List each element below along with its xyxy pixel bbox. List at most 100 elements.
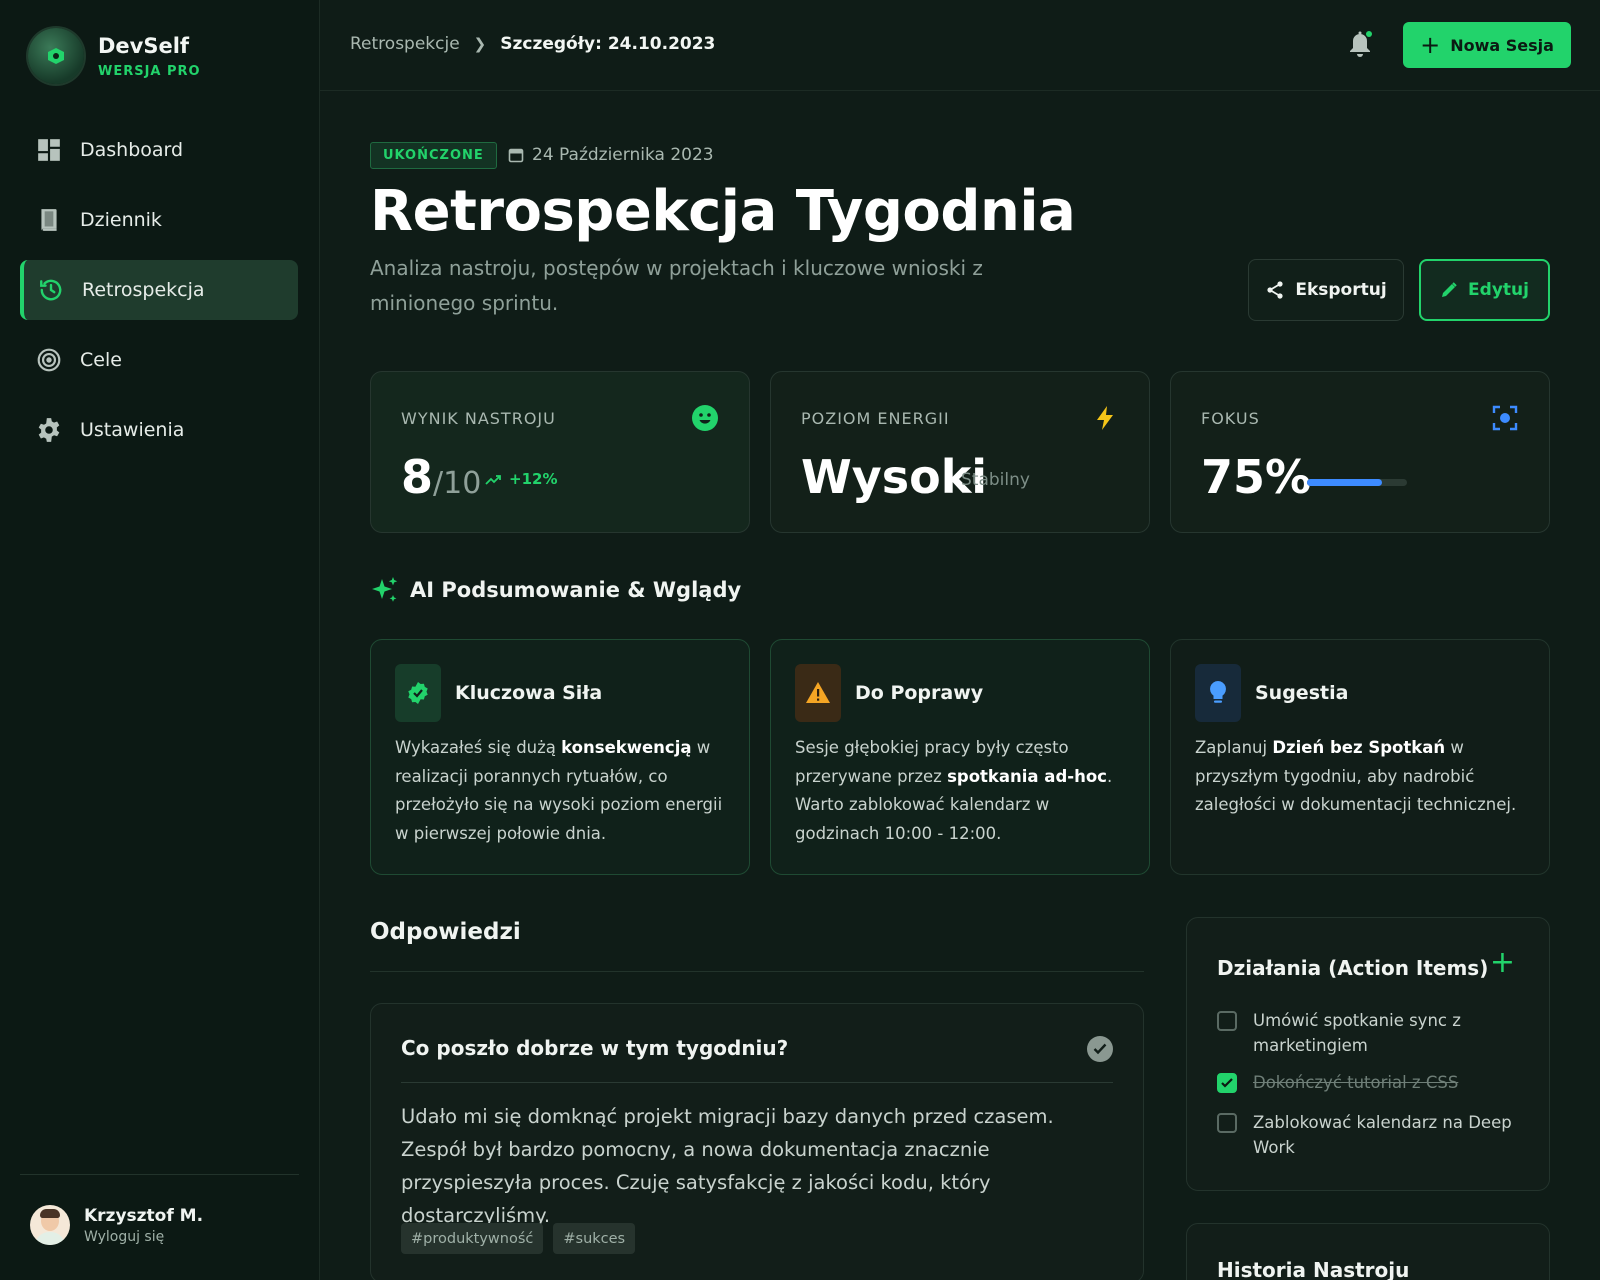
smiley-icon — [692, 405, 718, 431]
sidebar-item-dziennik[interactable]: Dziennik — [20, 190, 298, 250]
action-item[interactable]: Zablokować kalendarz na Deep Work — [1217, 1110, 1527, 1160]
tag[interactable]: #sukces — [553, 1223, 636, 1254]
answer-card: Co poszło dobrze w tym tygodniu? Udało m… — [370, 1003, 1144, 1280]
mood-stat-card: WYNIK NASTROJU 8/10 +12% — [370, 371, 750, 533]
action-items-title: Działania (Action Items) — [1217, 956, 1489, 980]
pencil-icon — [1442, 282, 1457, 297]
warning-icon — [795, 664, 841, 722]
checkbox-checked[interactable] — [1217, 1073, 1237, 1093]
verified-badge-icon — [395, 664, 441, 722]
sidebar-item-label: Dashboard — [80, 139, 184, 161]
session-date-text: 24 Października 2023 — [532, 145, 714, 165]
sidebar-item-retrospekcja[interactable]: Retrospekcja — [20, 260, 298, 320]
tag[interactable]: #produktywność — [401, 1223, 544, 1254]
brand[interactable]: DevSelf WERSJA PRO — [28, 28, 201, 84]
insight-title: Sugestia — [1255, 682, 1349, 704]
target-icon — [37, 348, 61, 372]
page-subtitle: Analiza nastroju, postępów w projektach … — [370, 256, 983, 315]
action-items-card: Działania (Action Items) + Umówić spotka… — [1186, 917, 1550, 1191]
action-item[interactable]: Umówić spotkanie sync z marketingiem — [1217, 1008, 1527, 1058]
energy-note: Stabilny — [961, 470, 1030, 490]
bell-icon[interactable] — [1346, 30, 1374, 60]
new-session-label: Nowa Sesja — [1450, 35, 1554, 55]
check-circle-icon — [1087, 1036, 1113, 1062]
share-icon — [1267, 281, 1283, 299]
insight-card-suggestion: Sugestia Zaplanuj Dzień bez Spotkań w pr… — [1170, 639, 1550, 875]
insight-text: Zaplanuj Dzień bez Spotkań w przyszłym t… — [1195, 738, 1517, 814]
sidebar-item-label: Ustawienia — [80, 419, 185, 441]
sidebar-item-ustawienia[interactable]: Ustawienia — [20, 400, 298, 460]
brand-name: DevSelf — [98, 33, 190, 58]
focus-progress-fill — [1307, 479, 1382, 486]
focus-progress-bar — [1307, 479, 1407, 486]
checkbox[interactable] — [1217, 1011, 1237, 1031]
answer-tags: #produktywność #sukces — [401, 1223, 636, 1254]
page-title: Retrospekcja Tygodnia — [370, 179, 1076, 244]
chevron-right-icon: ❯ — [473, 35, 487, 53]
answer-text: Udało mi się domknąć projekt migracji ba… — [401, 1105, 1054, 1227]
gear-icon — [38, 418, 60, 442]
answer-divider — [401, 1082, 1113, 1083]
checkbox[interactable] — [1217, 1113, 1237, 1133]
sidebar-item-cele[interactable]: Cele — [20, 330, 298, 390]
insight-title: Do Poprawy — [855, 682, 984, 704]
export-button[interactable]: Eksportuj — [1248, 259, 1404, 321]
dashboard-icon — [38, 139, 60, 161]
trending-up-icon — [485, 475, 501, 485]
brand-tier: WERSJA PRO — [98, 63, 201, 79]
sidebar-item-dashboard[interactable]: Dashboard — [20, 120, 298, 180]
top-bar: Retrospekcje ❯ Szczegóły: 24.10.2023 + N… — [320, 0, 1600, 91]
new-session-button[interactable]: + Nowa Sesja — [1403, 22, 1571, 68]
action-item-label: Umówić spotkanie sync z marketingiem — [1253, 1011, 1461, 1055]
avatar — [30, 1205, 70, 1245]
insight-text: Wykazałeś się dużą konsekwencją w realiz… — [395, 738, 723, 843]
mood-value: 8/10 — [401, 450, 482, 504]
ai-summary-title: AI Podsumowanie & Wglądy — [410, 578, 742, 602]
sparkles-icon — [372, 577, 398, 602]
focus-label: FOKUS — [1201, 409, 1260, 428]
sidebar: DevSelf WERSJA PRO Dashboard Dziennik Re… — [0, 0, 320, 1280]
book-icon — [41, 209, 57, 231]
sidebar-nav: Dashboard Dziennik Retrospekcja Cele Ust… — [20, 120, 298, 470]
insight-text: Sesje głębokiej pracy były często przery… — [795, 738, 1113, 843]
mood-history-card: Historia Nastroju — [1186, 1223, 1550, 1280]
action-item[interactable]: Dokończyć tutorial z CSS — [1217, 1070, 1527, 1095]
export-label: Eksportuj — [1295, 280, 1387, 300]
sidebar-item-label: Retrospekcja — [82, 279, 205, 301]
insight-card-strength: Kluczowa Siła Wykazałeś się dużą konsekw… — [370, 639, 750, 875]
history-icon — [40, 279, 62, 301]
lightbulb-icon — [1195, 664, 1241, 722]
energy-label: POZIOM ENERGII — [801, 409, 950, 428]
action-item-label: Zablokować kalendarz na Deep Work — [1253, 1113, 1512, 1157]
answers-divider — [370, 971, 1144, 972]
mood-history-title: Historia Nastroju — [1217, 1258, 1410, 1280]
edit-button[interactable]: Edytuj — [1419, 259, 1550, 321]
ai-summary-heading: AI Podsumowanie & Wglądy — [370, 575, 741, 605]
energy-stat-card: POZIOM ENERGII Wysoki Stabilny — [770, 371, 1150, 533]
status-badge: UKOŃCZONE — [370, 142, 497, 169]
answers-title: Odpowiedzi — [370, 919, 521, 945]
sidebar-divider — [20, 1174, 299, 1175]
focus-value: 75% — [1201, 450, 1312, 504]
plus-icon: + — [1420, 31, 1441, 59]
logout-link[interactable]: Wyloguj się — [84, 1229, 203, 1245]
answer-question: Co poszło dobrze w tym tygodniu? — [401, 1036, 789, 1060]
lightning-icon — [1097, 406, 1113, 430]
user-name: Krzysztof M. — [84, 1205, 204, 1226]
insight-title: Kluczowa Siła — [455, 682, 603, 704]
action-item-label: Dokończyć tutorial z CSS — [1253, 1073, 1459, 1092]
user-profile[interactable]: Krzysztof M. Wyloguj się — [30, 1205, 203, 1245]
focus-target-icon — [1492, 405, 1518, 431]
session-date: 24 Października 2023 — [508, 145, 714, 165]
edit-label: Edytuj — [1468, 280, 1529, 300]
calendar-icon — [508, 148, 524, 163]
mood-label: WYNIK NASTROJU — [401, 409, 556, 428]
sidebar-item-label: Cele — [80, 349, 122, 371]
add-action-icon[interactable]: + — [1490, 948, 1515, 978]
focus-stat-card: FOKUS 75% — [1170, 371, 1550, 533]
mood-trend: +12% — [485, 470, 557, 488]
breadcrumb: Retrospekcje ❯ Szczegóły: 24.10.2023 — [350, 34, 715, 54]
breadcrumb-parent-link[interactable]: Retrospekcje — [350, 34, 460, 54]
breadcrumb-current: Szczegóły: 24.10.2023 — [500, 34, 716, 54]
energy-value: Wysoki — [801, 450, 988, 504]
